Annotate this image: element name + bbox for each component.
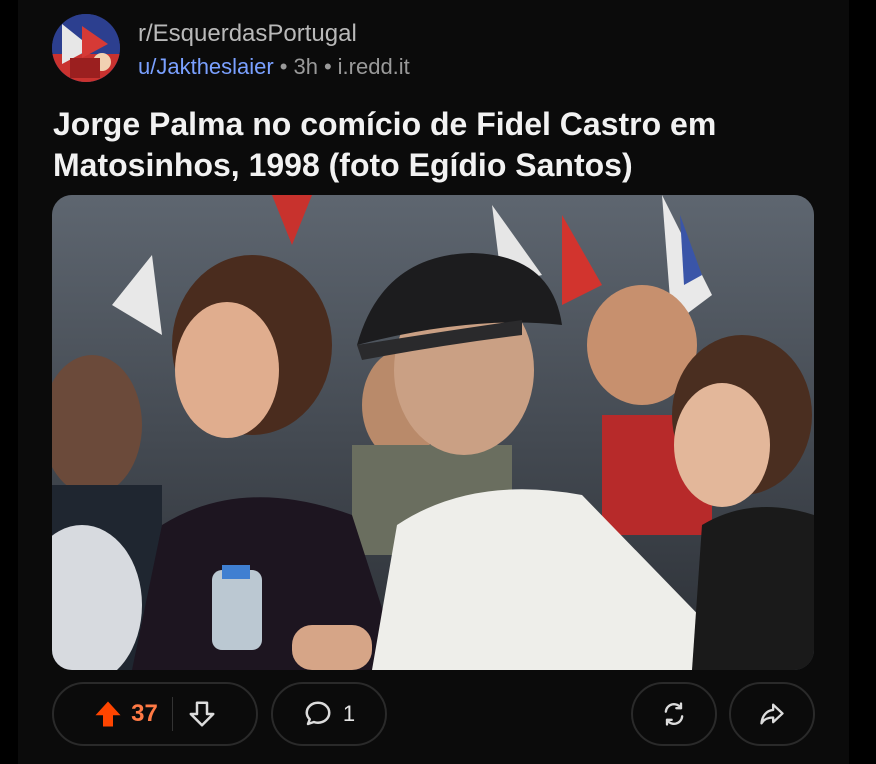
post-domain[interactable]: i.redd.it [338, 54, 410, 79]
photo-crowd-scene [52, 195, 814, 670]
post-age: 3h [293, 54, 318, 79]
meta-separator: • [279, 54, 288, 79]
vote-divider [171, 697, 173, 731]
repost-button[interactable] [631, 682, 717, 746]
meta-separator: • [323, 54, 332, 79]
subreddit-name[interactable]: r/EsquerdasPortugal [138, 20, 357, 48]
repost-icon [660, 700, 688, 728]
subreddit-avatar[interactable] [52, 14, 120, 82]
avatar-image [52, 14, 120, 82]
downvote-arrow-icon[interactable] [187, 699, 217, 729]
author-link[interactable]: u/Jaktheslaier [138, 54, 274, 79]
comments-button[interactable]: 1 [271, 682, 387, 746]
post-image[interactable] [52, 195, 814, 670]
vote-score: 37 [131, 700, 158, 727]
comment-count: 1 [342, 701, 356, 726]
upvote-arrow-icon[interactable] [93, 699, 123, 729]
share-button[interactable] [729, 682, 815, 746]
post-meta: u/Jaktheslaier • 3h • i.redd.it [138, 54, 410, 80]
post-title[interactable]: Jorge Palma no comício de Fidel Castro e… [53, 104, 823, 186]
comment-bubble-icon [303, 699, 333, 729]
share-arrow-icon [758, 700, 786, 728]
vote-control: 37 [52, 682, 258, 746]
